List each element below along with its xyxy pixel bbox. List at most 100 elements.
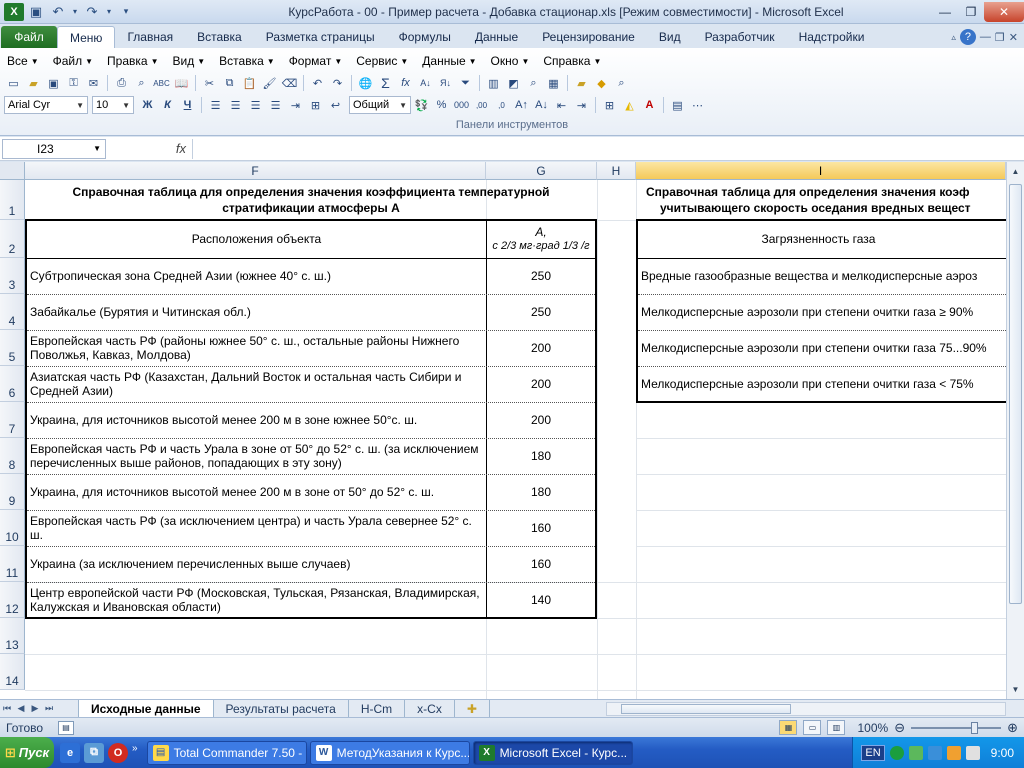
value-cell[interactable]: 200 bbox=[487, 366, 595, 402]
find-icon[interactable]: ⌕ bbox=[612, 74, 631, 93]
open-folder-icon[interactable]: ▰ bbox=[24, 74, 43, 93]
merge-center-icon[interactable]: ⊞ bbox=[306, 96, 325, 115]
tab-insert[interactable]: Вставка bbox=[185, 26, 254, 48]
column-header-h[interactable]: H bbox=[597, 162, 636, 180]
value-cell[interactable]: 160 bbox=[487, 510, 595, 546]
tray-utility-icon[interactable] bbox=[946, 745, 961, 760]
opera-icon[interactable]: O bbox=[108, 742, 128, 763]
column-header-f[interactable]: F bbox=[25, 162, 486, 180]
align-left-icon[interactable]: ☰ bbox=[206, 96, 225, 115]
justify-icon[interactable]: ☰ bbox=[266, 96, 285, 115]
location-cell[interactable]: Украина (за исключением перечисленных вы… bbox=[27, 546, 486, 582]
customize-qat-icon[interactable]: ▾ bbox=[116, 3, 136, 21]
borders-icon[interactable]: ⊞ bbox=[600, 96, 619, 115]
zoom-icon[interactable]: ⌕ bbox=[524, 74, 543, 93]
underline-button[interactable]: Ч bbox=[178, 96, 197, 115]
gas-pollution-cell[interactable]: Мелкодисперсные аэрозоли при степени очи… bbox=[638, 294, 1006, 330]
new-file-icon[interactable]: ▭ bbox=[4, 74, 23, 93]
tab-data[interactable]: Данные bbox=[463, 26, 530, 48]
task-word-document[interactable]: W МетодУказания к Курс... bbox=[309, 740, 470, 765]
volume-icon[interactable] bbox=[965, 745, 980, 760]
sheet-tab-x-cx[interactable]: x-Cx bbox=[405, 700, 455, 717]
drawing-icon[interactable]: ◩ bbox=[504, 74, 523, 93]
gas-pollution-cell[interactable]: Мелкодисперсные аэрозоли при степени очи… bbox=[638, 366, 1006, 402]
sort-descending-icon[interactable]: Я↓ bbox=[436, 74, 455, 93]
vertical-scroll-thumb[interactable] bbox=[1009, 184, 1022, 604]
chart-icon[interactable]: ▥ bbox=[484, 74, 503, 93]
tray-app-icon[interactable] bbox=[889, 745, 904, 760]
redo-dropdown-icon[interactable]: ▾ bbox=[104, 3, 114, 21]
internet-explorer-icon[interactable]: e bbox=[60, 742, 80, 763]
menu-window[interactable]: Окно ▼ bbox=[484, 54, 537, 68]
currency-icon[interactable]: 💱 bbox=[412, 96, 431, 115]
row-header[interactable]: 13 bbox=[0, 618, 25, 654]
header-location[interactable]: Расположения объекта bbox=[27, 220, 486, 258]
tab-addins[interactable]: Надстройки bbox=[787, 26, 877, 48]
task-total-commander[interactable]: ▤ Total Commander 7.50 - ... bbox=[146, 740, 307, 765]
header-a[interactable]: A, с 2/3 мг·град 1/3 /г bbox=[487, 220, 595, 258]
zoom-level[interactable]: 100% bbox=[857, 721, 888, 735]
zoom-out-icon[interactable]: ⊖ bbox=[894, 720, 905, 736]
cut-icon[interactable]: ✂ bbox=[200, 74, 219, 93]
sheet-tab-h-cm[interactable]: Н-Cm bbox=[349, 700, 406, 717]
research-icon[interactable]: 📖 bbox=[172, 74, 191, 93]
location-cell[interactable]: Центр европейской части РФ (Московская, … bbox=[27, 582, 486, 618]
row-header[interactable]: 6 bbox=[0, 366, 25, 402]
tab-review[interactable]: Рецензирование bbox=[530, 26, 647, 48]
indent-icon[interactable]: ⇥ bbox=[286, 96, 305, 115]
value-cell[interactable]: 160 bbox=[487, 546, 595, 582]
quick-launch-more-icon[interactable]: » bbox=[132, 743, 138, 763]
task-excel[interactable]: X Microsoft Excel - Курс... bbox=[472, 740, 633, 765]
tab-view[interactable]: Вид bbox=[647, 26, 693, 48]
row-header[interactable]: 3 bbox=[0, 258, 25, 294]
menu-file[interactable]: Файл ▼ bbox=[46, 54, 100, 68]
location-cell[interactable]: Забайкалье (Бурятия и Читинская обл.) bbox=[27, 294, 486, 330]
row-header[interactable]: 5 bbox=[0, 330, 25, 366]
zoom-slider[interactable] bbox=[911, 721, 1002, 734]
undo-dropdown-icon[interactable]: ▾ bbox=[70, 3, 80, 21]
value-cell[interactable]: 140 bbox=[487, 582, 595, 618]
save-icon[interactable]: ▣ bbox=[26, 3, 46, 21]
undo-icon[interactable]: ↶ bbox=[308, 74, 327, 93]
menu-view[interactable]: Вид ▼ bbox=[166, 54, 213, 68]
first-sheet-icon[interactable]: ⏮ bbox=[0, 703, 14, 714]
tab-home[interactable]: Главная bbox=[115, 26, 185, 48]
location-cell[interactable]: Европейская часть РФ (за исключением цен… bbox=[27, 510, 486, 546]
tab-file[interactable]: Файл bbox=[1, 26, 57, 48]
value-cell[interactable]: 200 bbox=[487, 330, 595, 366]
increase-font-icon[interactable]: A↑ bbox=[512, 96, 531, 115]
location-cell[interactable]: Субтропическая зона Средней Азии (южнее … bbox=[27, 258, 486, 294]
italic-button[interactable]: К bbox=[158, 96, 177, 115]
row-header[interactable]: 2 bbox=[0, 220, 25, 258]
location-cell[interactable]: Европейская часть РФ и часть Урала в зон… bbox=[27, 438, 486, 474]
redo-icon[interactable]: ↷ bbox=[328, 74, 347, 93]
decrease-decimal-icon[interactable]: ,0 bbox=[492, 96, 511, 115]
location-cell[interactable]: Украина, для источников высотой менее 20… bbox=[27, 474, 486, 510]
value-cell[interactable]: 200 bbox=[487, 402, 595, 438]
maximize-icon[interactable]: ❐ bbox=[958, 2, 984, 22]
tab-formulas[interactable]: Формулы bbox=[387, 26, 463, 48]
menu-all[interactable]: Все ▼ bbox=[0, 54, 46, 68]
warning-icon[interactable]: ◆ bbox=[592, 74, 611, 93]
number-format-combo[interactable]: Общий ▼ bbox=[349, 96, 411, 114]
comma-style-icon[interactable]: 000 bbox=[452, 96, 471, 115]
explorer-icon[interactable]: ⧉ bbox=[84, 742, 104, 763]
doc-close-icon[interactable]: ✕ bbox=[1009, 31, 1018, 44]
next-sheet-icon[interactable]: ▶ bbox=[28, 703, 42, 714]
format-painter-icon[interactable]: 🖌 bbox=[260, 74, 279, 93]
value-cell[interactable]: 180 bbox=[487, 438, 595, 474]
horizontal-scroll-thumb[interactable] bbox=[621, 703, 791, 714]
increase-indent-icon[interactable]: ⇥ bbox=[572, 96, 591, 115]
sheet-tab-results[interactable]: Результаты расчета bbox=[214, 700, 349, 717]
undo-icon[interactable]: ↶ bbox=[48, 3, 68, 21]
email-icon[interactable]: ✉ bbox=[84, 74, 103, 93]
column-header-g[interactable]: G bbox=[486, 162, 597, 180]
permission-icon[interactable]: ⚿ bbox=[64, 74, 83, 93]
insert-function-icon[interactable]: fx bbox=[396, 74, 415, 93]
tab-menu[interactable]: Меню bbox=[57, 26, 116, 48]
copy-icon[interactable]: ⧉ bbox=[220, 74, 239, 93]
security-icon[interactable] bbox=[927, 745, 942, 760]
close-icon[interactable]: ✕ bbox=[984, 1, 1024, 22]
table-icon[interactable]: ▦ bbox=[544, 74, 563, 93]
decrease-font-icon[interactable]: A↓ bbox=[532, 96, 551, 115]
